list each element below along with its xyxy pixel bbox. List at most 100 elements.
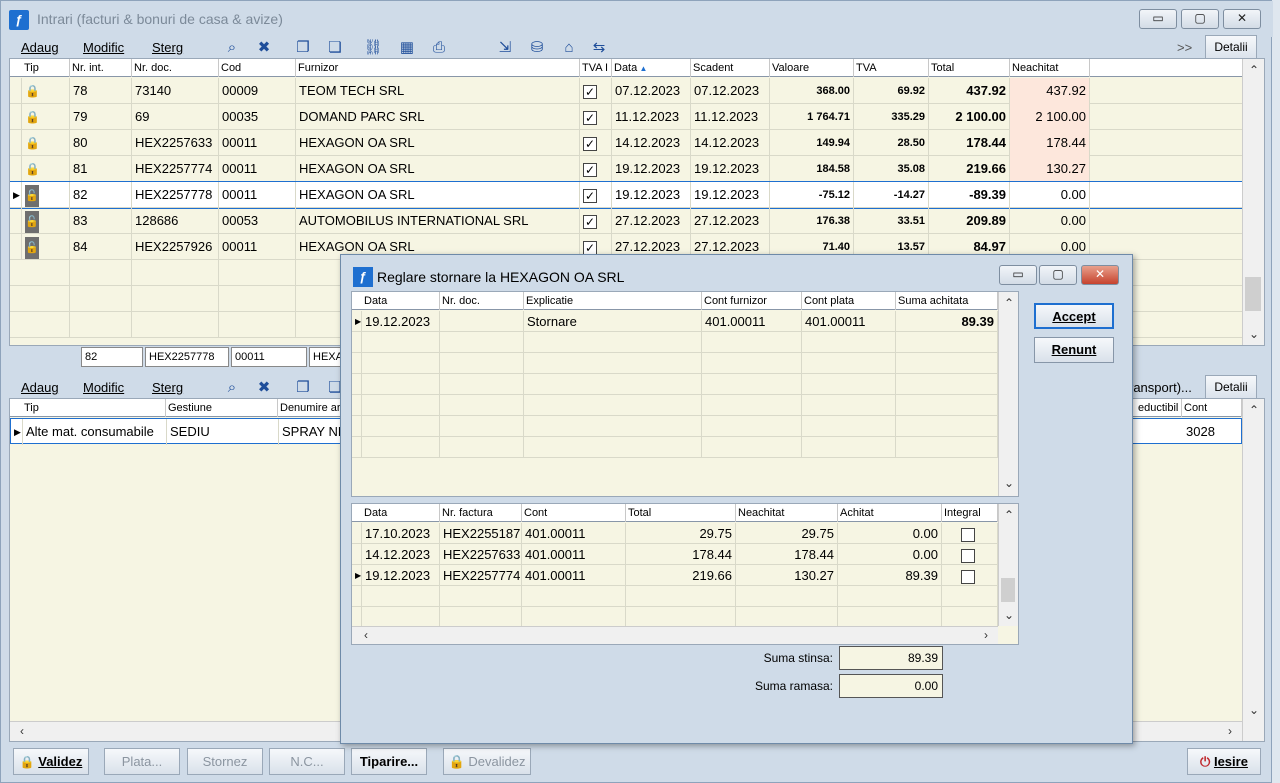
binoculars-icon[interactable]: ⌕ [222,378,242,398]
dialog-close-button[interactable]: ✕ [1081,265,1119,285]
payments-scrollbar[interactable]: ⌃ ⌄ [998,292,1018,496]
copy-icon[interactable]: ❐ [293,378,313,398]
col-valoare[interactable]: Valoare [770,59,854,77]
col-cod[interactable]: Cod [219,59,296,77]
scroll-down-icon[interactable]: ⌄ [1246,327,1262,341]
checkbox[interactable]: ✓ [583,214,597,229]
add-button[interactable]: Adaug [21,40,59,55]
paste-icon[interactable]: ❏ [325,38,345,58]
scroll-up-icon[interactable]: ⌃ [1246,63,1262,77]
col-integral[interactable]: Integral [942,504,998,522]
link-icon[interactable]: ⛓ [363,38,383,58]
checkbox[interactable]: ✓ [583,110,597,125]
database-icon[interactable]: ⛁ [527,38,547,58]
col-tva[interactable]: TVA [854,59,929,77]
devalidez-button[interactable]: 🔒 Devalidez [443,748,531,775]
accept-button[interactable]: Accept [1034,303,1114,329]
scroll-up-icon[interactable]: ⌃ [1246,403,1262,417]
details-button[interactable]: Detalii [1205,35,1257,59]
col-nr-doc[interactable]: Nr. doc. [440,292,524,310]
lines-scrollbar[interactable]: ⌃ ⌄ [1242,399,1264,741]
col-lock[interactable]: Tip [22,59,70,77]
checkbox[interactable] [961,569,975,584]
settle-hscrollbar[interactable]: ‹ › [352,626,998,644]
transfer-icon[interactable]: ⇆ [589,38,609,58]
checkbox[interactable]: ✓ [583,136,597,151]
checkbox[interactable]: ✓ [583,84,597,99]
filter-nr-doc[interactable]: HEX2257778 [145,347,229,367]
scroll-right-icon[interactable]: › [978,628,994,642]
col-total[interactable]: Total [929,59,1010,77]
col-suma[interactable]: Suma achitata [896,292,998,310]
table-row[interactable]: 🔒 79 69 00035 DOMAND PARC SRL ✓ 11.12.2023 11.1… [10,104,1242,130]
table-row[interactable]: 17.10.2023 HEX2255187 401.00011 29.75 29.75 0… [352,523,998,544]
col-tva-i[interactable]: TVA I [580,59,612,77]
transport-button[interactable]: ransport)... [1129,380,1192,395]
dialog-minimize-button[interactable]: ▭ [999,265,1037,285]
lines-details-button[interactable]: Detalii [1205,375,1257,399]
renunt-button[interactable]: Renunt [1034,337,1114,363]
filter-cod[interactable]: 00011 [231,347,307,367]
plata-button[interactable]: Plata... [104,748,180,775]
minimize-button[interactable]: ▭ [1139,9,1177,29]
checkbox[interactable]: ✓ [583,162,597,177]
col-cont-plata[interactable]: Cont plata [802,292,896,310]
scroll-left-icon[interactable]: ‹ [358,628,374,642]
table-row[interactable]: 🔒 78 73140 00009 TEOM TECH SRL ✓ 07.12.2023 07.… [10,78,1242,104]
stornez-button[interactable]: Stornez [187,748,263,775]
nc-button[interactable]: N.C... [269,748,345,775]
col-neachitat[interactable]: Neachitat [1010,59,1090,77]
dialog-maximize-button[interactable]: ▢ [1039,265,1077,285]
col-total[interactable]: Total [626,504,736,522]
table-row[interactable]: 🔒 80 HEX2257633 00011 HEXAGON OA SRL ✓ 14.12.2… [10,130,1242,156]
col-nr-factura[interactable]: Nr. factura [440,504,522,522]
scroll-thumb[interactable] [1245,277,1261,311]
excel-icon[interactable]: ✖ [254,378,274,398]
tiparire-button[interactable]: Tiparire... [351,748,427,775]
table-row[interactable]: ▶ 19.12.2023 HEX2257774 401.00011 219.66 130.… [352,565,998,586]
settle-scrollbar[interactable]: ⌃ ⌄ [998,504,1018,626]
maximize-button[interactable]: ▢ [1181,9,1219,29]
col-data[interactable]: Data [362,504,440,522]
invoices-scrollbar[interactable]: ⌃ ⌄ [1242,59,1264,345]
scroll-down-icon[interactable]: ⌄ [1246,703,1262,717]
modify-button[interactable]: Modific [83,40,124,55]
scroll-right-icon[interactable]: › [1222,724,1238,738]
more-button[interactable]: >> [1177,40,1192,55]
binoculars-icon[interactable]: ⌕ [222,38,242,58]
scroll-down-icon[interactable]: ⌄ [1001,476,1017,490]
checkbox[interactable] [961,548,975,563]
lines-modify-button[interactable]: Modific [83,380,124,395]
scroll-left-icon[interactable]: ‹ [14,724,30,738]
col-furnizor[interactable]: Furnizor [296,59,580,77]
print-icon[interactable]: ⎙ [429,38,449,58]
table-row[interactable]: ▶ 19.12.2023 Stornare 401.00011 401.00011 89.… [352,311,998,332]
col-data[interactable]: Data ▲ [612,59,691,77]
table-row[interactable]: 🔒 81 HEX2257774 00011 HEXAGON OA SRL ✓ 19.12.2… [10,156,1242,182]
excel-icon[interactable]: ✖ [254,38,274,58]
col-explicatie[interactable]: Explicatie [524,292,702,310]
filter-nr-int[interactable]: 82 [81,347,143,367]
lines-delete-button[interactable]: Sterg [152,380,183,395]
iesire-button[interactable]: ⏻ Iesire [1187,748,1261,775]
table-row[interactable]: 🔓 83 128686 00053 AUTOMOBILUS INTERNATIONAL … [10,208,1242,234]
col-achitat[interactable]: Achitat [838,504,942,522]
copy-icon[interactable]: ❐ [293,38,313,58]
checkbox[interactable]: ✓ [583,188,597,203]
col-cont[interactable]: Cont [522,504,626,522]
validez-button[interactable]: 🔒 Validez [13,748,89,775]
col-nr-int[interactable]: Nr. int. [70,59,132,77]
col-neachitat[interactable]: Neachitat [736,504,838,522]
delete-button[interactable]: Sterg [152,40,183,55]
checkbox[interactable] [961,527,975,542]
close-button[interactable]: ✕ [1223,9,1261,29]
table-icon[interactable]: ▦ [397,38,417,58]
lines-add-button[interactable]: Adaug [21,380,59,395]
table-row[interactable]: ▶ 🔓 82 HEX2257778 00011 HEXAGON OA SRL ✓ 19.12.… [10,181,1243,209]
scroll-up-icon[interactable]: ⌃ [1001,508,1017,522]
scroll-down-icon[interactable]: ⌄ [1001,608,1017,622]
col-cont-furnizor[interactable]: Cont furnizor [702,292,802,310]
checkbox[interactable]: ✓ [583,240,597,255]
import-icon[interactable]: ⇲ [495,38,515,58]
col-scadent[interactable]: Scadent [691,59,770,77]
